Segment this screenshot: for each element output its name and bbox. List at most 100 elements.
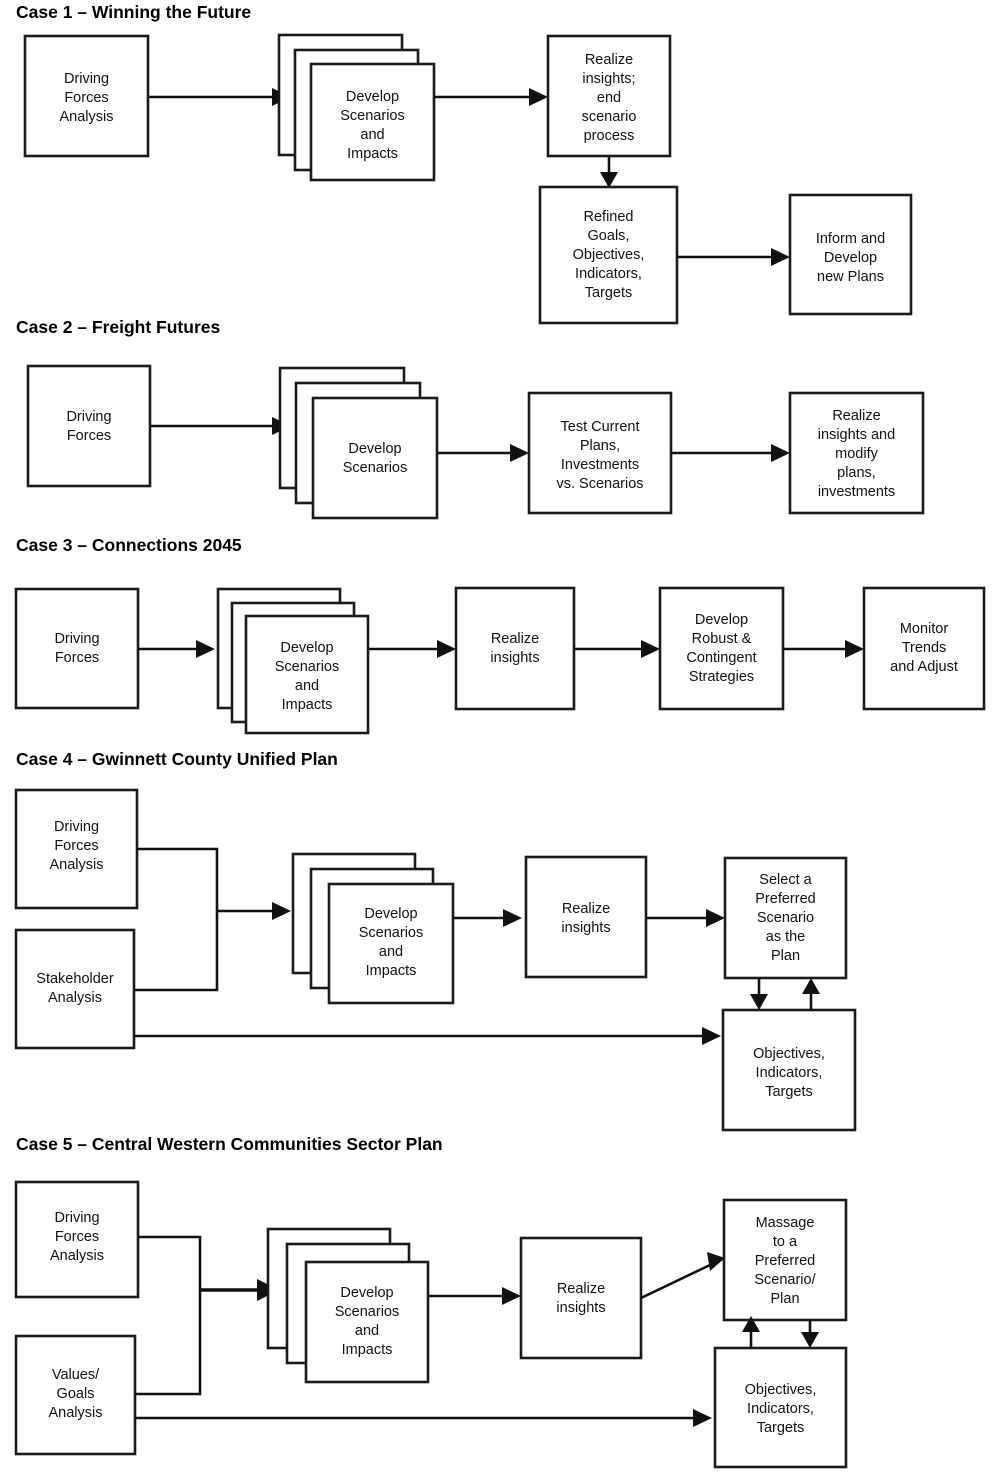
c2-develop-scenarios-box[interactable]	[311, 396, 439, 520]
c2-node-line: Forces	[67, 428, 111, 444]
case-5-title: Case 5 – Central Western Communities Sec…	[16, 1134, 443, 1154]
c4-node-line: Scenario	[757, 910, 814, 926]
c4-realize-insights-node[interactable]: Realize insights	[524, 855, 648, 979]
c1-develop-scenarios-impacts-node[interactable]: Develop Scenarios and Impacts	[277, 33, 436, 182]
c2-node-line: insights and	[818, 427, 895, 443]
c4-driving-forces-analysis-node[interactable]: Driving Forces Analysis	[14, 788, 139, 910]
c5-scenarios-to-realize-arrow	[428, 1287, 521, 1305]
c5-develop-scenarios-impacts-node[interactable]: Develop Scenarios and Impacts	[266, 1227, 430, 1384]
c4-objectives-indicators-targets-node[interactable]: Objectives, Indicators, Targets	[721, 1008, 857, 1132]
c2-node-line: Investments	[561, 457, 639, 473]
c3-monitor-trends-node[interactable]: Monitor Trends and Adjust	[862, 586, 986, 711]
c4-stakeholder-to-objectives-arrow	[134, 1027, 721, 1045]
c1-node-line: Inform and	[816, 231, 885, 247]
c5-node-line: Develop	[340, 1285, 393, 1301]
c2-realize-insights-modify-node[interactable]: Realize insights and modify plans, inves…	[788, 391, 925, 515]
c4-node-line: as the	[766, 929, 806, 945]
c2-node-line: Develop	[348, 441, 401, 457]
case-2-title: Case 2 – Freight Futures	[16, 317, 220, 337]
c3-node-line: Robust &	[692, 631, 752, 647]
c5-node-line: Scenario/	[754, 1272, 816, 1288]
c4-stakeholder-analysis-node[interactable]: Stakeholder Analysis	[14, 928, 136, 1050]
c2-test-current-plans-node[interactable]: Test Current Plans, Investments vs. Scen…	[527, 391, 673, 515]
c2-driving-forces-node[interactable]: Driving Forces	[26, 364, 152, 488]
c2-node-line: Scenarios	[343, 460, 407, 476]
c5-realize-insights-box[interactable]	[519, 1236, 643, 1360]
c3-node-line: Impacts	[282, 697, 333, 713]
c5-node-line: Analysis	[50, 1248, 104, 1264]
c5-node-line: Realize	[557, 1281, 605, 1297]
c3-driving-forces-box[interactable]	[14, 587, 140, 710]
c3-node-line: Forces	[55, 650, 99, 666]
c3-strategies-to-monitor-arrow	[783, 640, 864, 658]
c3-node-line: Scenarios	[275, 659, 339, 675]
c5-values-goals-analysis-node[interactable]: Values/ Goals Analysis	[14, 1334, 137, 1456]
c1-node-line: Develop	[346, 89, 399, 105]
c4-node-line: Analysis	[50, 857, 104, 873]
c3-driving-forces-node[interactable]: Driving Forces	[14, 587, 140, 710]
c3-realize-insights-box[interactable]	[454, 586, 576, 711]
c4-select-preferred-scenario-node[interactable]: Select a Preferred Scenario as the Plan	[723, 856, 848, 980]
c2-driving-forces-box[interactable]	[26, 364, 152, 488]
c4-node-line: Impacts	[366, 963, 417, 979]
c5-node-line: Driving	[54, 1210, 99, 1226]
c1-driving-forces-analysis-node[interactable]: Driving Forces Analysis	[23, 34, 150, 158]
c4-node-line: insights	[561, 920, 610, 936]
c1-scenarios-to-realize-arrow	[434, 88, 548, 106]
c3-driving-to-scenarios-arrow	[138, 640, 215, 658]
c1-inform-develop-plans-node[interactable]: Inform and Develop new Plans	[788, 193, 913, 316]
c1-refined-goals-node[interactable]: Refined Goals, Objectives, Indicators, T…	[538, 185, 679, 325]
c1-node-line: Realize	[585, 52, 633, 68]
c2-node-line: investments	[818, 484, 895, 500]
c1-node-line: Forces	[64, 90, 108, 106]
diagram-canvas: Case 1 – Winning the Future Driving Forc…	[14, 2, 986, 1469]
c3-realize-insights-node[interactable]: Realize insights	[454, 586, 576, 711]
case-3-title: Case 3 – Connections 2045	[16, 535, 242, 555]
c4-node-line: Driving	[54, 819, 99, 835]
c5-node-line: Indicators,	[747, 1401, 814, 1417]
c2-node-line: modify	[835, 446, 878, 462]
c4-node-line: Forces	[54, 838, 98, 854]
c1-realize-insights-end-node[interactable]: Realize insights; end scenario process	[546, 34, 672, 158]
c4-stakeholder-analysis-box[interactable]	[14, 928, 136, 1050]
c3-node-line: Contingent	[686, 650, 756, 666]
c3-node-line: and Adjust	[890, 659, 958, 675]
c5-massage-preferred-scenario-node[interactable]: Massage to a Preferred Scenario/ Plan	[722, 1198, 848, 1322]
c3-realize-to-strategies-arrow	[574, 640, 660, 658]
c4-develop-scenarios-impacts-node[interactable]: Develop Scenarios and Impacts	[291, 852, 455, 1005]
case-4-title: Case 4 – Gwinnett County Unified Plan	[16, 749, 338, 769]
c4-realize-to-select-arrow	[646, 909, 725, 927]
c5-objectives-indicators-targets-node[interactable]: Objectives, Indicators, Targets	[713, 1346, 848, 1469]
c5-node-line: Plan	[770, 1291, 799, 1307]
c1-node-line: and	[360, 127, 384, 143]
c5-node-line: Forces	[55, 1229, 99, 1245]
c5-values-to-objectives-arrow	[135, 1409, 712, 1427]
c5-realize-to-massage-arrow	[640, 1252, 725, 1300]
c4-node-line: Select a	[759, 872, 812, 888]
c1-node-line: Analysis	[60, 109, 114, 125]
c5-driving-forces-analysis-node[interactable]: Driving Forces Analysis	[14, 1180, 140, 1299]
c1-node-line: Indicators,	[575, 266, 642, 282]
c1-node-line: end	[597, 90, 621, 106]
c1-node-line: Goals,	[588, 228, 630, 244]
c5-develop-scenarios-impacts-box[interactable]	[304, 1260, 430, 1384]
c5-node-line: Scenarios	[335, 1304, 399, 1320]
c3-node-line: Driving	[54, 631, 99, 647]
c5-node-line: Objectives,	[745, 1382, 817, 1398]
c3-develop-robust-strategies-node[interactable]: Develop Robust & Contingent Strategies	[658, 586, 785, 711]
c2-node-line: vs. Scenarios	[556, 476, 643, 492]
c1-refined-to-inform-arrow	[677, 248, 790, 266]
c2-node-line: Realize	[832, 408, 880, 424]
c2-node-line: Plans,	[580, 438, 620, 454]
c4-node-line: and	[379, 944, 403, 960]
c3-node-line: Develop	[695, 612, 748, 628]
c1-node-line: Impacts	[347, 146, 398, 162]
c3-develop-robust-strategies-box[interactable]	[658, 586, 785, 711]
c2-develop-scenarios-node[interactable]: Develop Scenarios	[278, 366, 439, 520]
c5-node-line: Values/	[52, 1367, 100, 1383]
c4-realize-insights-box[interactable]	[524, 855, 648, 979]
c2-node-line: plans,	[837, 465, 876, 481]
c5-realize-insights-node[interactable]: Realize insights	[519, 1236, 643, 1360]
c3-node-line: and	[295, 678, 319, 694]
c3-develop-scenarios-impacts-node[interactable]: Develop Scenarios and Impacts	[216, 587, 370, 735]
